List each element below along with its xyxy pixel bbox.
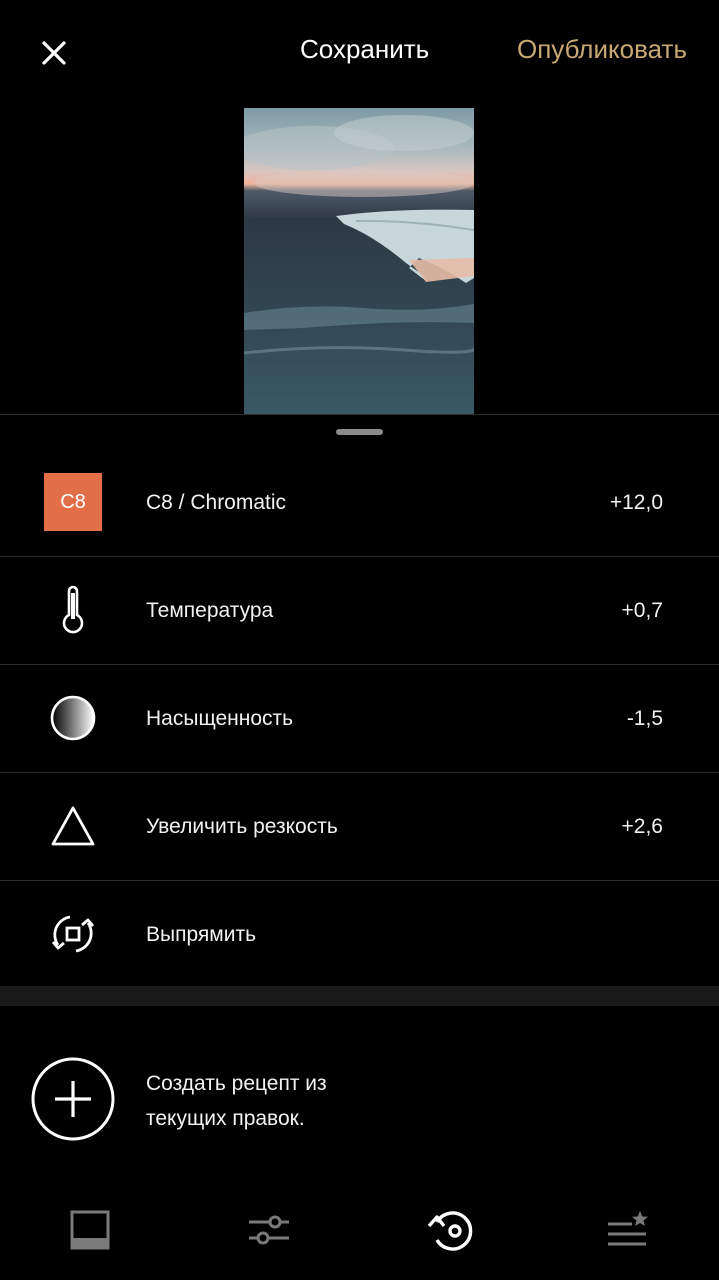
adjustment-value: +0,7: [621, 599, 663, 622]
adjustment-row-temperature[interactable]: Температура +0,7: [0, 557, 719, 665]
top-bar: Сохранить Опубликовать: [0, 0, 719, 106]
history-icon: [427, 1211, 473, 1251]
photo-preview[interactable]: [244, 108, 474, 415]
presets-icon: [70, 1210, 110, 1250]
sliders-icon: [249, 1215, 289, 1245]
close-button[interactable]: [34, 33, 74, 73]
adjustment-row-sharpen[interactable]: Увеличить резкость +2,6: [0, 773, 719, 881]
save-button[interactable]: Сохранить: [300, 34, 429, 65]
add-circle-icon: [31, 1057, 115, 1141]
divider: [0, 414, 719, 415]
adjustment-row-preset[interactable]: C8 C8 / Chromatic +12,0: [0, 449, 719, 557]
nav-adjust[interactable]: [239, 1200, 299, 1260]
adjustment-list: C8 C8 / Chromatic +12,0 Температура +0,7: [0, 449, 719, 989]
saturation-icon: [44, 689, 102, 747]
adjustment-value: -1,5: [626, 707, 663, 730]
bottom-nav: [0, 1180, 719, 1280]
adjustment-label: Насыщенность: [146, 707, 294, 730]
adjustment-row-straighten[interactable]: Выпрямить: [0, 881, 719, 989]
adjustment-value: +2,6: [621, 815, 663, 838]
nav-history[interactable]: [421, 1200, 481, 1260]
adjustment-row-saturation[interactable]: Насыщенность -1,5: [0, 665, 719, 773]
thermometer-icon: [44, 581, 102, 639]
preset-badge: C8: [44, 473, 102, 531]
recipes-icon: [608, 1211, 648, 1246]
create-recipe-line-1: Создать рецепт из: [146, 1072, 327, 1095]
sharpen-triangle-icon: [44, 797, 102, 855]
create-recipe-text: Создать рецепт из текущих правок.: [146, 1066, 327, 1136]
nav-recipes[interactable]: [598, 1200, 658, 1260]
preset-badge-label: C8: [44, 473, 102, 531]
straighten-icon: [44, 905, 102, 963]
adjustment-label: Увеличить резкость: [146, 815, 338, 838]
drag-handle[interactable]: [336, 429, 383, 435]
close-icon: [42, 41, 66, 65]
create-recipe-line-2: текущих правок.: [146, 1107, 305, 1130]
adjustment-label: Температура: [146, 599, 274, 622]
create-recipe-button[interactable]: Создать рецепт из текущих правок.: [0, 1006, 719, 1176]
adjustment-value: +12,0: [609, 491, 663, 514]
section-separator: [0, 986, 719, 1006]
adjustment-label: C8 / Chromatic: [146, 491, 287, 514]
photo-preview-image: [244, 108, 474, 415]
nav-presets[interactable]: [60, 1200, 120, 1260]
publish-button[interactable]: Опубликовать: [517, 34, 687, 65]
adjustment-label: Выпрямить: [146, 923, 257, 946]
